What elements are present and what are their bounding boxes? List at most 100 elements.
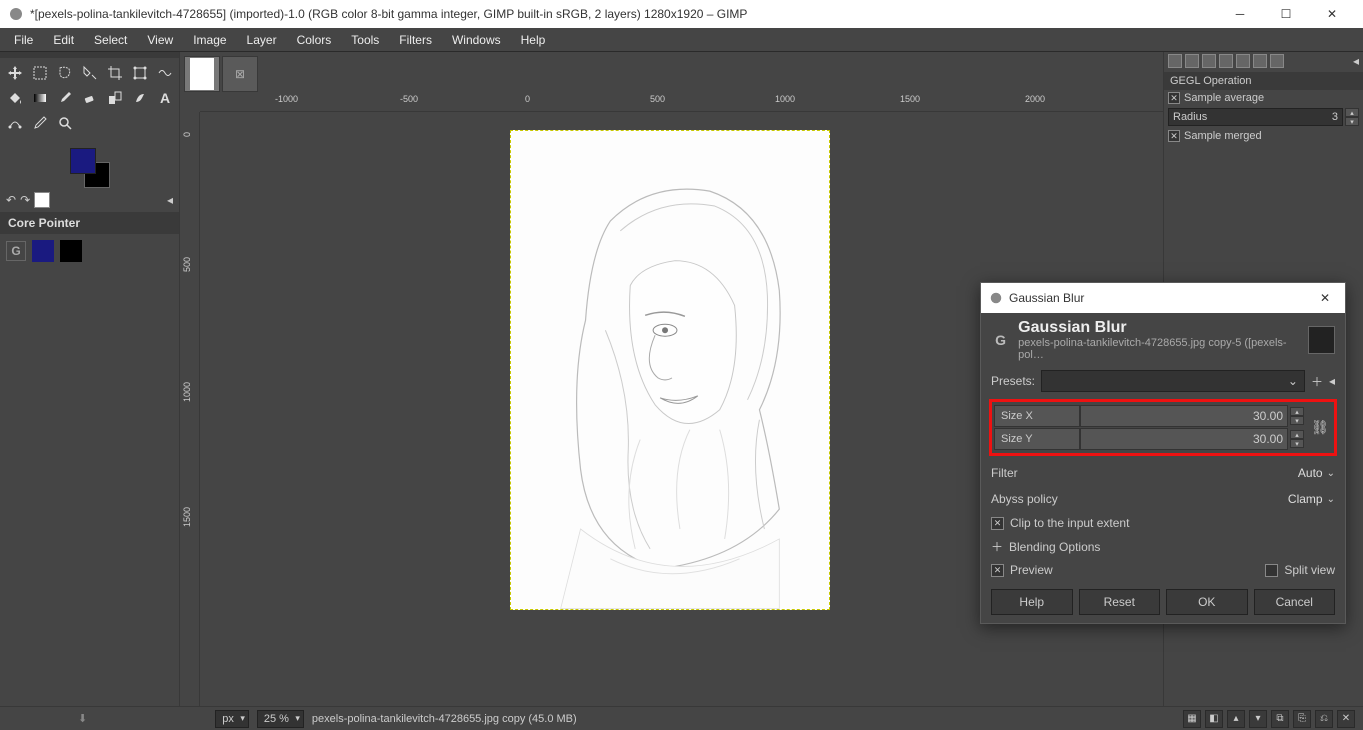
- color-picker-tool[interactable]: [29, 112, 51, 134]
- menu-edit[interactable]: Edit: [43, 30, 84, 50]
- abyss-value: Clamp: [1288, 492, 1323, 506]
- help-button[interactable]: Help: [991, 589, 1073, 615]
- sample-average-checkbox[interactable]: ✕: [1168, 92, 1180, 104]
- size-y-spinner[interactable]: ▴▾: [1290, 430, 1304, 448]
- fuzzy-select-tool[interactable]: [79, 62, 101, 84]
- preset-add-icon[interactable]: ＋: [1311, 373, 1323, 390]
- eraser-tool[interactable]: [79, 87, 101, 109]
- transform-tool[interactable]: [129, 62, 151, 84]
- menu-view[interactable]: View: [137, 30, 183, 50]
- zoom-select[interactable]: 25 %: [257, 710, 304, 728]
- sb-icon-1[interactable]: ▦: [1183, 710, 1201, 728]
- portrait-sketch: [511, 131, 829, 609]
- sb-icon-8[interactable]: ✕: [1337, 710, 1355, 728]
- menu-colors[interactable]: Colors: [287, 30, 342, 50]
- color-swatches[interactable]: [70, 148, 110, 188]
- move-tool[interactable]: [4, 62, 26, 84]
- sample-merged-checkbox[interactable]: ✕: [1168, 130, 1180, 142]
- window-title: *[pexels-polina-tankilevitch-4728655] (i…: [30, 7, 1217, 21]
- menu-tools[interactable]: Tools: [341, 30, 389, 50]
- dock-tab-1[interactable]: [1168, 54, 1182, 68]
- gradient-tool[interactable]: [29, 87, 51, 109]
- rect-select-tool[interactable]: [29, 62, 51, 84]
- clip-label: Clip to the input extent: [1010, 516, 1129, 530]
- download-icon[interactable]: ⬇: [78, 712, 87, 725]
- sb-icon-2[interactable]: ◧: [1205, 710, 1223, 728]
- foreground-color-swatch[interactable]: [70, 148, 96, 174]
- cancel-button[interactable]: Cancel: [1254, 589, 1336, 615]
- dock-menu-icon[interactable]: ◂: [1353, 54, 1359, 70]
- unit-select[interactable]: px: [215, 710, 249, 728]
- image-tab-2[interactable]: ⊠: [222, 56, 258, 92]
- gegl-logo-icon: G: [991, 330, 1010, 350]
- core-pointer-icon: G: [6, 241, 26, 261]
- menu-image[interactable]: Image: [183, 30, 236, 50]
- presets-dropdown[interactable]: ⌄: [1041, 370, 1305, 392]
- radius-value: 3: [1332, 111, 1338, 123]
- gaussian-blur-dialog: Gaussian Blur ✕ G Gaussian Blur pexels-p…: [980, 282, 1346, 624]
- clone-tool[interactable]: [104, 87, 126, 109]
- chevron-down-icon: ⌄: [1327, 468, 1335, 479]
- statusbar: ⬇ px 25 % pexels-polina-tankilevitch-472…: [0, 706, 1363, 730]
- redo-icon[interactable]: ↷: [20, 193, 30, 207]
- size-x-input[interactable]: 30.00: [1080, 405, 1288, 427]
- dock-tab-3[interactable]: [1202, 54, 1216, 68]
- maximize-button[interactable]: ☐: [1263, 0, 1309, 28]
- ok-button[interactable]: OK: [1166, 589, 1248, 615]
- dock-tab-2[interactable]: [1185, 54, 1199, 68]
- menu-select[interactable]: Select: [84, 30, 137, 50]
- panel-menu-icon[interactable]: ◂: [167, 193, 173, 207]
- preset-menu-icon[interactable]: ◂: [1329, 374, 1335, 388]
- abyss-select[interactable]: Abyss policy Clamp ⌄: [981, 486, 1345, 512]
- pointer-bg-color[interactable]: [60, 240, 82, 262]
- dock-tab-5[interactable]: [1236, 54, 1250, 68]
- dock-tab-6[interactable]: [1253, 54, 1267, 68]
- sb-icon-4[interactable]: ▾: [1249, 710, 1267, 728]
- blending-options-label: Blending Options: [1009, 540, 1100, 554]
- chain-link-icon[interactable]: ⛓: [1311, 419, 1329, 436]
- radius-spinner[interactable]: ▴▾: [1345, 108, 1359, 126]
- vertical-ruler[interactable]: 0 500 1000 1500: [180, 112, 200, 706]
- image-tab-1[interactable]: [184, 56, 220, 92]
- undo-icon[interactable]: ↶: [6, 193, 16, 207]
- sb-icon-3[interactable]: ▴: [1227, 710, 1245, 728]
- horizontal-ruler[interactable]: -1000 -500 0 500 1000 1500 2000: [200, 92, 1163, 112]
- minimize-button[interactable]: ─: [1217, 0, 1263, 28]
- smudge-tool[interactable]: [129, 87, 151, 109]
- close-window-button[interactable]: ✕: [1309, 0, 1355, 28]
- bucket-fill-tool[interactable]: [4, 87, 26, 109]
- menu-file[interactable]: File: [4, 30, 43, 50]
- menu-windows[interactable]: Windows: [442, 30, 511, 50]
- menu-help[interactable]: Help: [511, 30, 556, 50]
- size-y-input[interactable]: 30.00: [1080, 428, 1288, 450]
- sb-icon-6[interactable]: ⎘: [1293, 710, 1311, 728]
- warp-tool[interactable]: [154, 62, 176, 84]
- highlighted-size-controls: Size X 30.00 ▴▾ Size Y 30.00 ▴▾ ⛓: [989, 399, 1337, 456]
- pointer-fg-color[interactable]: [32, 240, 54, 262]
- paintbrush-tool[interactable]: [54, 87, 76, 109]
- text-tool[interactable]: A: [154, 87, 176, 109]
- menu-filters[interactable]: Filters: [389, 30, 442, 50]
- filter-select[interactable]: Filter Auto ⌄: [981, 460, 1345, 486]
- abyss-label: Abyss policy: [991, 492, 1288, 506]
- dock-tab-7[interactable]: [1270, 54, 1284, 68]
- path-tool[interactable]: [4, 112, 26, 134]
- menu-layer[interactable]: Layer: [237, 30, 287, 50]
- active-brush-swatch[interactable]: [34, 192, 50, 208]
- sb-icon-5[interactable]: ⧉: [1271, 710, 1289, 728]
- size-y-label: Size Y: [994, 428, 1080, 450]
- clip-checkbox[interactable]: ✕: [991, 517, 1004, 530]
- size-x-spinner[interactable]: ▴▾: [1290, 407, 1304, 425]
- status-message: pexels-polina-tankilevitch-4728655.jpg c…: [312, 713, 577, 725]
- dialog-close-button[interactable]: ✕: [1313, 291, 1337, 305]
- dock-tab-4[interactable]: [1219, 54, 1233, 68]
- free-select-tool[interactable]: [54, 62, 76, 84]
- blending-options-expander[interactable]: ＋ Blending Options: [981, 534, 1345, 559]
- radius-input[interactable]: Radius 3: [1168, 108, 1343, 126]
- preview-checkbox[interactable]: ✕: [991, 564, 1004, 577]
- crop-tool[interactable]: [104, 62, 126, 84]
- reset-button[interactable]: Reset: [1079, 589, 1161, 615]
- sb-icon-7[interactable]: ⎌: [1315, 710, 1333, 728]
- split-view-checkbox[interactable]: [1265, 564, 1278, 577]
- zoom-tool[interactable]: [54, 112, 76, 134]
